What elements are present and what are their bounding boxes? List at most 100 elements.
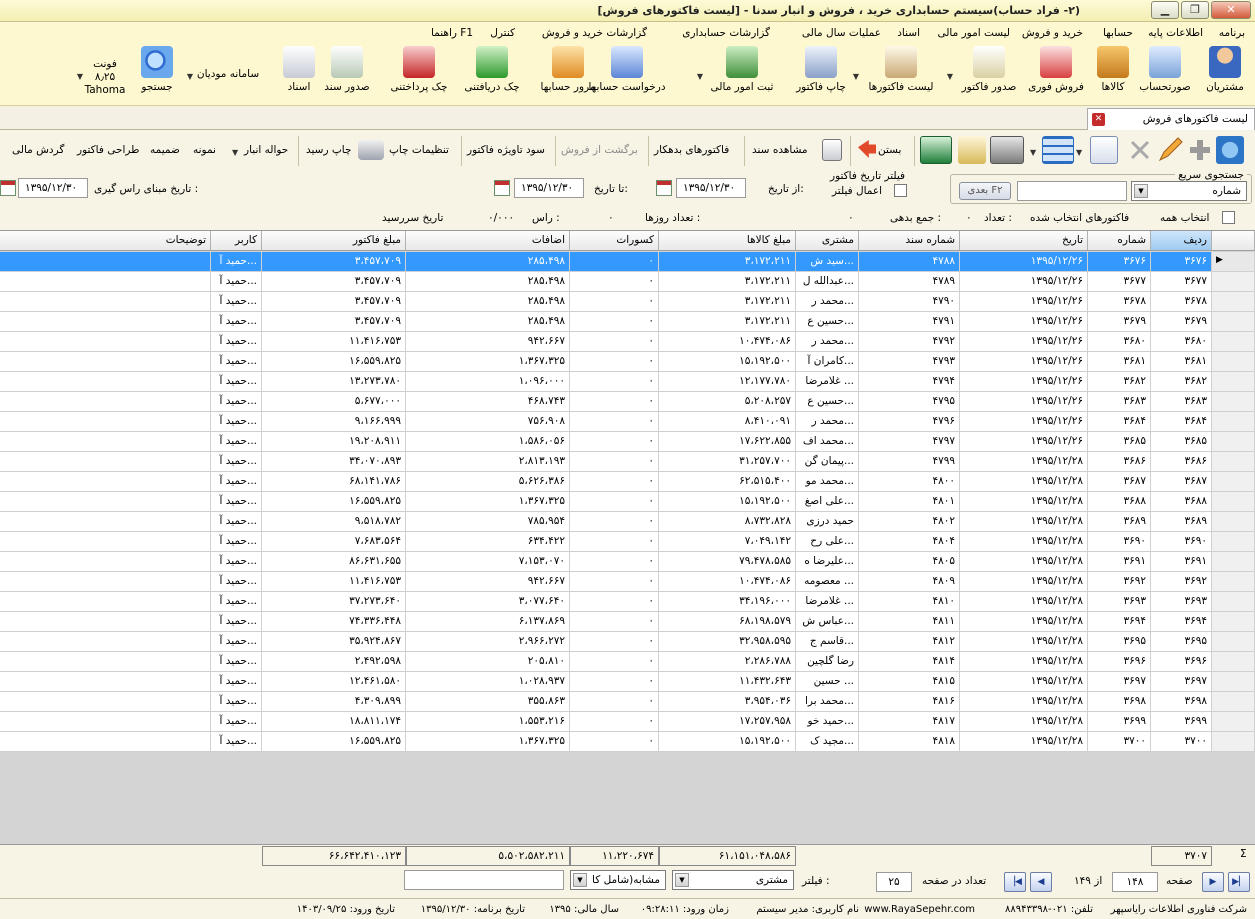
print-settings-button[interactable]: تنظیمات چاپ <box>389 144 449 156</box>
table-row[interactable]: ۳۶۹۴ ۳۶۹۴ ۱۳۹۵/۱۲/۲۸ ۴۸۱۱ عباس ش... ۶۸،۱۹۸،۵۷… <box>0 612 1255 632</box>
warehouse-transfer-button[interactable]: حواله انبار <box>244 144 288 156</box>
row-indicator[interactable] <box>1212 472 1255 492</box>
table-row[interactable]: ۳۷۰۰ ۳۷۰۰ ۱۳۹۵/۱۲/۲۸ ۴۸۱۸ مجید ک... ۱۵،۱۹۲،۵۰… <box>0 732 1255 752</box>
table-row[interactable]: ۳۶۸۱ ۳۶۸۱ ۱۳۹۵/۱۲/۲۶ ۴۷۹۳ کامران آ... ۱۵،۱۹۲،… <box>0 352 1255 372</box>
col-header-user[interactable]: کاربر <box>211 231 262 251</box>
print-receipt-button[interactable]: چاپ رسید <box>306 144 351 156</box>
table-row[interactable]: ۳۶۸۳ ۳۶۸۳ ۱۳۹۵/۱۲/۲۶ ۴۷۹۵ حسین ع... ۵،۲۰۸،۲۵۷… <box>0 392 1255 412</box>
select-all-checkbox[interactable] <box>1222 211 1235 224</box>
menu-buy-sell[interactable]: خرید و فروش <box>1022 27 1083 39</box>
table-row[interactable]: ۳۶۹۹ ۳۶۹۹ ۱۳۹۵/۱۲/۲۸ ۴۸۱۷ حمید خو... ۱۷،۲۵۷،۹… <box>0 712 1255 732</box>
invoice-design-button[interactable]: طراحی فاکتور <box>77 144 140 156</box>
quick-sale-button[interactable]: فروش فوری <box>1027 46 1085 93</box>
menu-help[interactable]: راهنما F1 <box>431 27 473 39</box>
table-row[interactable]: ۳۶۹۵ ۳۶۹۵ ۱۳۹۵/۱۲/۲۸ ۴۸۱۲ قاسم ج... ۳۲،۹۵۸،۵۹… <box>0 632 1255 652</box>
font-dropdown-icon[interactable]: ▼ <box>77 72 83 81</box>
current-row-indicator-icon[interactable]: ▶ <box>1212 252 1255 272</box>
restore-button[interactable]: ❐ <box>1181 1 1209 19</box>
filter-field-select[interactable]: مشتری ▼ <box>672 870 794 890</box>
page-input[interactable]: ۱۴۸ <box>1112 872 1158 892</box>
table-row[interactable]: ۳۶۷۹ ۳۶۷۹ ۱۳۹۵/۱۲/۲۶ ۴۷۹۱ حسین ع... ۳،۱۷۲،۲۱۱… <box>0 312 1255 332</box>
paid-check-button[interactable]: چک پرداختنی <box>387 46 451 93</box>
received-check-button[interactable]: چک دریافتنی <box>459 46 525 93</box>
financial-flow-button[interactable]: گردش مالی <box>12 144 64 156</box>
edit-pencil-icon[interactable] <box>1156 136 1184 164</box>
per-page-input[interactable]: ۲۵ <box>876 872 912 892</box>
table-row[interactable]: ۳۶۹۷ ۳۶۹۷ ۱۳۹۵/۱۲/۲۸ ۴۸۱۵ حسین ... ۱۱،۴۳۲،۶۴۳… <box>0 672 1255 692</box>
menu-sales-reports[interactable]: گزارشات خرید و فروش <box>542 27 647 39</box>
statements-button[interactable]: صورتحساب <box>1135 46 1195 93</box>
menu-fiscal-ops[interactable]: عملیات سال مالی <box>802 27 881 39</box>
next-button[interactable]: بعدی F۲ <box>959 182 1011 200</box>
table-row[interactable]: ۳۶۹۰ ۳۶۹۰ ۱۳۹۵/۱۲/۲۸ ۴۸۰۴ علی رح... ۷،۰۴۹،۱۴۲… <box>0 532 1255 552</box>
filter-text-input[interactable] <box>404 870 564 890</box>
grid-view-icon[interactable] <box>1042 136 1074 164</box>
documents-button[interactable]: اسناد <box>281 46 317 93</box>
customers-button[interactable]: مشتریان <box>1203 46 1247 93</box>
col-header-number[interactable]: شماره <box>1088 231 1151 251</box>
col-header-doc-number[interactable]: شماره سند <box>859 231 960 251</box>
table-row[interactable]: ۳۶۸۶ ۳۶۸۶ ۱۳۹۵/۱۲/۲۸ ۴۷۹۹ پیمان گن... ۳۱،۲۵۷،… <box>0 452 1255 472</box>
table-row[interactable]: ۳۶۸۹ ۳۶۸۹ ۱۳۹۵/۱۲/۲۸ ۴۸۰۲ حمید درزی ۸،۷۳۲،۸۲۸… <box>0 512 1255 532</box>
row-indicator[interactable] <box>1212 712 1255 732</box>
debtor-invoices-button[interactable]: فاکتورهای بدهکار <box>654 144 729 156</box>
menu-documents[interactable]: اسناد <box>897 27 920 39</box>
table-row[interactable]: ۳۶۹۸ ۳۶۹۸ ۱۳۹۵/۱۲/۲۸ ۴۸۱۶ محمد برا... ۳،۹۵۴،۰… <box>0 692 1255 712</box>
row-indicator[interactable] <box>1212 312 1255 332</box>
row-indicator[interactable] <box>1212 592 1255 612</box>
next-page-button[interactable]: ▶ <box>1202 872 1224 892</box>
row-indicator[interactable] <box>1212 412 1255 432</box>
to-date-input[interactable]: ۱۳۹۵/۱۲/۳۰ <box>514 178 584 198</box>
invoice-list-dropdown-icon[interactable]: ▼ <box>947 72 953 81</box>
row-indicator[interactable] <box>1212 652 1255 672</box>
col-header-date[interactable]: تاریخ <box>960 231 1088 251</box>
minimize-button[interactable]: ▁ <box>1151 1 1179 19</box>
sales-return-button[interactable]: برگشت از فروش <box>561 144 638 156</box>
menu-program[interactable]: برنامه <box>1219 27 1245 39</box>
filter-mode-select[interactable]: مشابه(شامل کا ▼ <box>570 870 666 890</box>
print-invoice-dropdown-icon[interactable]: ▼ <box>853 72 859 81</box>
row-indicator[interactable] <box>1212 452 1255 472</box>
table-row[interactable]: ۳۶۹۳ ۳۶۹۳ ۱۳۹۵/۱۲/۲۸ ۴۸۱۰ غلامرضا ... ۳۴،۱۹۶،… <box>0 592 1255 612</box>
invoice-list-button[interactable]: لیست فاکتورها <box>863 46 939 93</box>
view-doc-button[interactable]: مشاهده سند <box>752 144 808 156</box>
table-row[interactable]: ۳۶۸۴ ۳۶۸۴ ۱۳۹۵/۱۲/۲۶ ۴۷۹۶ محمد ر... ۸،۴۱۰،۰۹۱… <box>0 412 1255 432</box>
row-indicator[interactable] <box>1212 672 1255 692</box>
transfer-dropdown-icon[interactable]: ▼ <box>232 148 238 157</box>
row-indicator[interactable] <box>1212 432 1255 452</box>
table-row[interactable]: ۳۶۹۱ ۳۶۹۱ ۱۳۹۵/۱۲/۲۸ ۴۸۰۵ علیرضا ه... ۷۹،۴۷۸،… <box>0 552 1255 572</box>
record-finance-button[interactable]: ثبت امور مالی <box>707 46 777 93</box>
issue-doc-button[interactable]: صدور سند <box>319 46 375 93</box>
row-indicator[interactable] <box>1212 352 1255 372</box>
row-indicator[interactable] <box>1212 372 1255 392</box>
row-indicator[interactable] <box>1212 392 1255 412</box>
settings-icon[interactable] <box>958 136 986 164</box>
table-row[interactable]: ۳۶۷۸ ۳۶۷۸ ۱۳۹۵/۱۲/۲۶ ۴۷۹۰ محمد ر... ۳،۱۷۲،۲۱۱… <box>0 292 1255 312</box>
row-indicator[interactable] <box>1212 512 1255 532</box>
base-date-input[interactable]: ۱۳۹۵/۱۲/۳۰ <box>18 178 88 198</box>
invoice-profit-button[interactable]: سود تاویژه فاکتور <box>467 144 545 156</box>
menu-accounts[interactable]: حسابها <box>1103 27 1133 39</box>
col-header-deductions[interactable]: کسورات <box>570 231 659 251</box>
table-row[interactable]: ۳۶۹۲ ۳۶۹۲ ۱۳۹۵/۱۲/۲۸ ۴۸۰۹ معصومه ... ۱۰،۴۷۴،۰… <box>0 572 1255 592</box>
calendar-icon[interactable] <box>656 180 672 196</box>
grid-dropdown-icon[interactable]: ▼ <box>1030 148 1036 157</box>
account-review-button[interactable]: مرور حسابها <box>539 46 597 93</box>
row-indicator[interactable] <box>1212 572 1255 592</box>
goods-button[interactable]: کالاها <box>1093 46 1133 93</box>
issue-invoice-button[interactable]: صدور فاکتور <box>957 46 1021 93</box>
table-row[interactable]: ۳۶۸۷ ۳۶۸۷ ۱۳۹۵/۱۲/۲۸ ۴۸۰۰ محمد مو... ۶۲،۵۱۵،۴… <box>0 472 1255 492</box>
quick-search-input[interactable] <box>1017 181 1127 201</box>
first-page-button[interactable]: ▶▏ <box>1228 872 1250 892</box>
close-tab-icon[interactable]: ✕ <box>1092 113 1105 126</box>
col-header-additions[interactable]: اضافات <box>406 231 570 251</box>
from-date-input[interactable]: ۱۳۹۵/۱۲/۳۰ <box>676 178 746 198</box>
font-selector[interactable]: فونت ۸٫۲۵ Tahoma <box>83 58 127 97</box>
table-row[interactable]: ۳۶۸۵ ۳۶۸۵ ۱۳۹۵/۱۲/۲۶ ۴۷۹۷ محمد اف... ۱۷،۶۲۲،۸… <box>0 432 1255 452</box>
row-indicator[interactable] <box>1212 612 1255 632</box>
col-header-goods-amount[interactable]: مبلغ کالاها <box>659 231 796 251</box>
refresh-icon[interactable] <box>1216 136 1244 164</box>
calendar-icon[interactable] <box>494 180 510 196</box>
table-row[interactable]: ▶ ۳۶۷۶ ۳۶۷۶ ۱۳۹۵/۱۲/۲۶ ۴۷۸۸ سید ش... ۳،۱۷۲،۲۱۱… <box>0 252 1255 272</box>
menu-base-info[interactable]: اطلاعات پایه <box>1148 27 1203 39</box>
